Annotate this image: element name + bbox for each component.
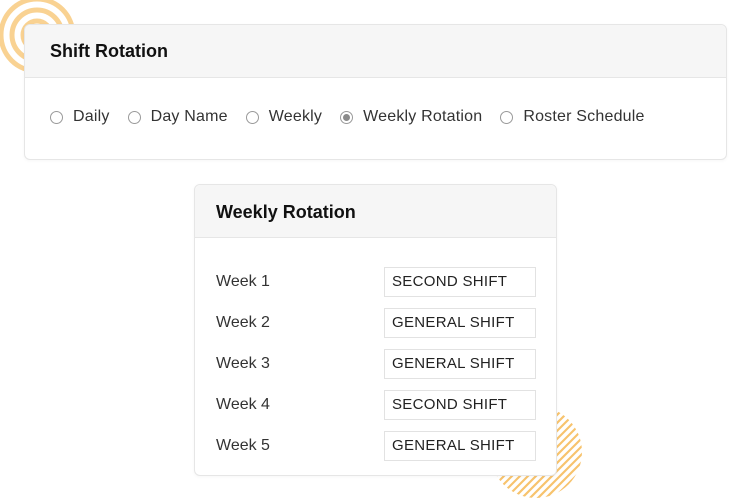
shift-select[interactable]: SECOND SHIFT: [384, 266, 536, 297]
week-list: Week 1 SECOND SHIFT Week 2 GENERAL SHIFT…: [195, 238, 556, 466]
radio-option-weekly-rotation[interactable]: Weekly Rotation: [340, 108, 482, 126]
radio-button-selected[interactable]: [340, 110, 354, 124]
radio-label: Roster Schedule: [523, 108, 645, 125]
week-label: Week 4: [216, 395, 270, 413]
radio-option-daily[interactable]: Daily: [50, 108, 110, 126]
week-row: Week 2 GENERAL SHIFT: [195, 302, 556, 343]
radio-label: Daily: [73, 108, 110, 125]
weekly-rotation-title: Weekly Rotation: [195, 185, 556, 238]
week-label: Week 5: [216, 436, 270, 454]
radio-button[interactable]: [127, 110, 141, 124]
shift-select[interactable]: SECOND SHIFT: [384, 389, 536, 420]
radio-button[interactable]: [245, 110, 259, 124]
week-label: Week 2: [216, 313, 270, 331]
shift-select[interactable]: GENERAL SHIFT: [384, 430, 536, 461]
week-row: Week 4 SECOND SHIFT: [195, 384, 556, 425]
radio-option-weekly[interactable]: Weekly: [245, 108, 323, 126]
radio-button[interactable]: [50, 110, 63, 124]
radio-label: Day Name: [150, 108, 228, 125]
week-row: Week 5 GENERAL SHIFT: [195, 425, 556, 466]
shift-rotation-options: Daily Day Name Weekly Weekly Rotation Ro…: [25, 78, 726, 156]
weekly-rotation-card: Weekly Rotation Week 1 SECOND SHIFT Week…: [194, 184, 557, 476]
shift-rotation-title: Shift Rotation: [25, 25, 726, 78]
week-row: Week 1 SECOND SHIFT: [195, 261, 556, 302]
week-label: Week 3: [216, 354, 270, 372]
radio-option-day-name[interactable]: Day Name: [127, 108, 228, 126]
radio-label: Weekly Rotation: [363, 108, 483, 125]
radio-option-roster-schedule[interactable]: Roster Schedule: [500, 108, 644, 126]
radio-button[interactable]: [500, 110, 514, 124]
shift-select[interactable]: GENERAL SHIFT: [384, 307, 536, 338]
week-row: Week 3 GENERAL SHIFT: [195, 343, 556, 384]
shift-select[interactable]: GENERAL SHIFT: [384, 348, 536, 379]
week-label: Week 1: [216, 272, 270, 290]
shift-rotation-card: Shift Rotation Daily Day Name Weekly Wee…: [24, 24, 727, 160]
radio-label: Weekly: [268, 108, 323, 125]
